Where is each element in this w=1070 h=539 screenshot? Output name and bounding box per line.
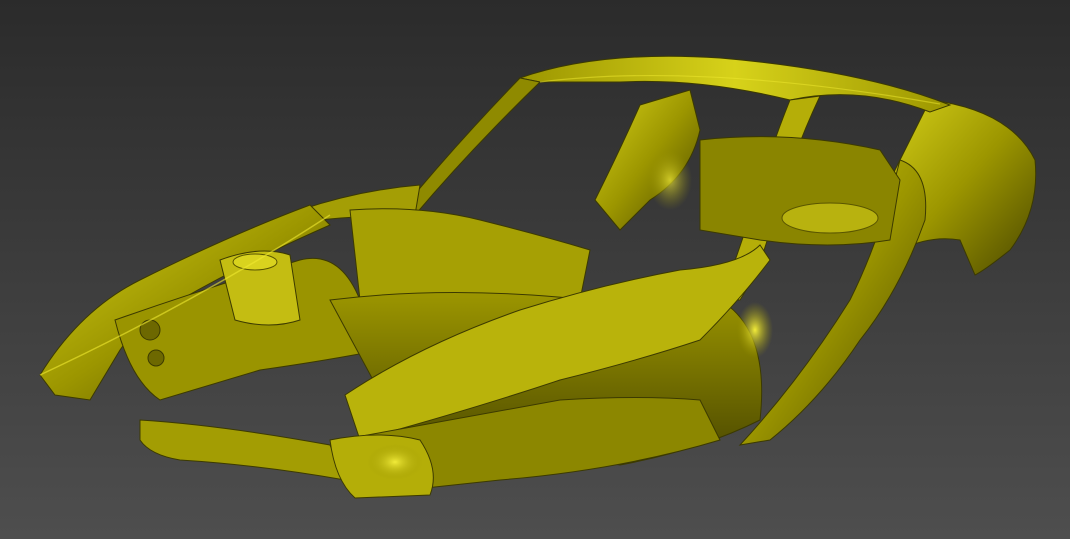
radiator-hole-upper [139,319,161,341]
specular-glint-rear [648,150,692,210]
spare-wheel-well [781,202,879,234]
viewport-canvas[interactable] [0,0,1070,539]
specular-glint-front [367,444,423,480]
radiator-hole-lower [147,349,165,367]
specular-glint-floor [737,302,773,358]
3d-viewport[interactable] [0,0,1070,539]
